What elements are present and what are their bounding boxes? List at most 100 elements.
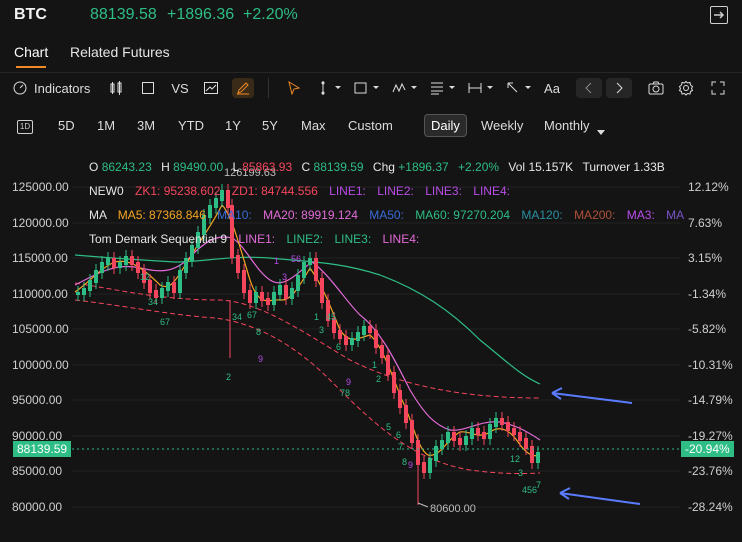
y-tick-left: 110000.00 <box>12 287 68 301</box>
measure-tool-icon[interactable] <box>466 78 496 98</box>
td-sequential-numbers: 12 34 67 34 67 8 2 9 1 3 56 1 3 45 6 9 7… <box>140 254 541 495</box>
settings-gear-icon[interactable] <box>676 78 696 98</box>
candle-body <box>518 432 522 441</box>
candle-body <box>242 270 246 293</box>
candle-body <box>272 292 276 305</box>
ma200-value: MA200: <box>574 208 616 222</box>
td-count: 34 <box>232 312 242 322</box>
current-change-tag: -20.94% <box>681 441 734 457</box>
timeframe-3m[interactable]: 3M <box>137 118 155 133</box>
candle-body <box>296 275 300 291</box>
timeframe-1y[interactable]: 1Y <box>225 118 241 133</box>
ma-indicator-row[interactable]: MA MA5: 87368.846 MA10: MA20: 89919.124 … <box>89 208 685 222</box>
pattern-tool-icon[interactable] <box>390 78 420 98</box>
timeframe-5y[interactable]: 5Y <box>262 118 278 133</box>
td-indicator-row[interactable]: Tom Demark Sequential 9 LINE1: LINE2: LI… <box>89 232 419 246</box>
undo-button[interactable] <box>576 78 602 98</box>
fullscreen-icon[interactable] <box>708 78 728 98</box>
interval-daily[interactable]: Daily <box>424 114 467 137</box>
new0-indicator-row[interactable]: NEW0 ZK1: 95238.602 ZD1: 84744.556 LINE1… <box>89 184 510 198</box>
cursor-icon[interactable] <box>284 78 304 98</box>
ma-name: MA <box>89 208 107 222</box>
ma3-value: MA3: <box>626 208 655 222</box>
td-count: 3 <box>319 325 324 335</box>
td-count: 1 <box>314 312 319 322</box>
shape-tool-icon[interactable] <box>352 78 382 98</box>
tab-related-futures[interactable]: Related Futures <box>70 44 170 60</box>
interval-monthly[interactable]: Monthly <box>544 118 590 133</box>
timeframe-1m[interactable]: 1M <box>97 118 115 133</box>
y-tick-left: 80000.00 <box>12 500 62 514</box>
candle-body <box>236 255 240 273</box>
candle-body <box>76 292 80 295</box>
y-axis-left: 125000.00 120000.00 115000.00 110000.00 1050… <box>12 180 69 514</box>
compare-button[interactable]: VS <box>168 78 192 98</box>
candle-body <box>248 290 252 303</box>
symbol-title: BTC <box>14 6 47 23</box>
td-count: 8 <box>402 457 407 467</box>
candle-body <box>302 262 306 278</box>
arrow-annotation-lower <box>559 487 641 505</box>
td-count: 456 <box>522 485 537 495</box>
square-icon[interactable] <box>138 78 158 98</box>
indicators-button[interactable]: Indicators <box>12 78 92 98</box>
redo-button[interactable] <box>606 78 632 98</box>
tab-active-indicator <box>16 66 46 68</box>
vertical-line-tool-icon[interactable] <box>314 78 344 98</box>
candle-body <box>284 285 288 299</box>
td-count: 5 <box>386 422 391 432</box>
td-count: 67 <box>247 310 257 320</box>
candle-body <box>94 270 98 283</box>
low-value: 85863.93 <box>242 160 293 174</box>
single-day-icon[interactable]: 1D <box>17 120 33 134</box>
candle-body <box>512 428 516 435</box>
header-bar: BTC 88139.58 +1896.36 +2.20% <box>0 0 742 32</box>
y-tick-right: 12.12% <box>688 180 729 194</box>
candle-body <box>458 438 462 445</box>
td-count: 45 <box>326 312 336 322</box>
candle-body <box>82 288 86 295</box>
y-tick-right: -10.31% <box>688 358 733 372</box>
interval-weekly[interactable]: Weekly <box>481 118 523 133</box>
candle-body <box>404 405 408 423</box>
draw-pencil-icon[interactable] <box>232 78 254 98</box>
tab-chart[interactable]: Chart <box>14 44 48 60</box>
ohlc-row: O 86243.23 H 89490.00 L 85863.93 C 88139… <box>89 160 665 174</box>
candle-body <box>368 326 372 333</box>
candle-body <box>494 418 498 427</box>
chart-layout-icon[interactable] <box>200 78 222 98</box>
timeframe-5d[interactable]: 5D <box>58 118 75 133</box>
candle-body <box>100 262 104 273</box>
candle-body <box>178 270 182 293</box>
fib-tool-icon[interactable] <box>428 78 458 98</box>
candle-body <box>278 285 282 295</box>
new0-line1: LINE1: <box>329 184 366 198</box>
exit-fullscreen-icon[interactable] <box>710 6 728 24</box>
camera-icon[interactable] <box>646 78 666 98</box>
candle-body <box>410 420 414 443</box>
y-tick-left: 100000.00 <box>12 358 69 372</box>
high-label: H <box>161 160 170 174</box>
candle-body <box>470 428 474 439</box>
change-value: +1896.37 <box>398 160 449 174</box>
low-annotation-leader <box>417 502 429 508</box>
candle-body <box>422 462 426 473</box>
candle-body <box>320 278 324 303</box>
chevron-down-icon[interactable] <box>596 124 606 142</box>
ma5-value: MA5: 87368.846 <box>117 208 206 222</box>
y-tick-right: 7.63% <box>688 216 722 230</box>
candle-body <box>290 288 294 299</box>
open-value: 86243.23 <box>101 160 152 174</box>
ma50-value: MA50: <box>369 208 404 222</box>
ma60-value: MA60: 97270.204 <box>415 208 511 222</box>
td-count: 12 <box>510 454 520 464</box>
timeframe-custom[interactable]: Custom <box>348 118 393 133</box>
candlestick-icon[interactable] <box>106 78 126 98</box>
arrow-annotation-upper <box>551 387 633 404</box>
arrow-tool-icon[interactable] <box>504 78 534 98</box>
timeframe-max[interactable]: Max <box>301 118 326 133</box>
timeframe-ytd[interactable]: YTD <box>178 118 204 133</box>
candle-body <box>166 282 170 291</box>
candle-body <box>266 298 270 305</box>
text-tool-button[interactable]: Aa <box>540 78 564 98</box>
